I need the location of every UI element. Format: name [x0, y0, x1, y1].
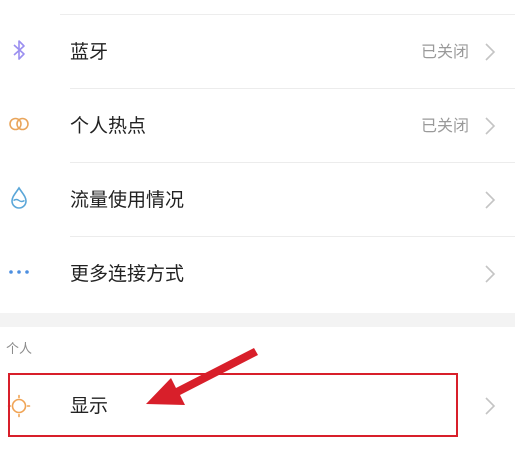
pointer-arrow	[146, 348, 258, 405]
